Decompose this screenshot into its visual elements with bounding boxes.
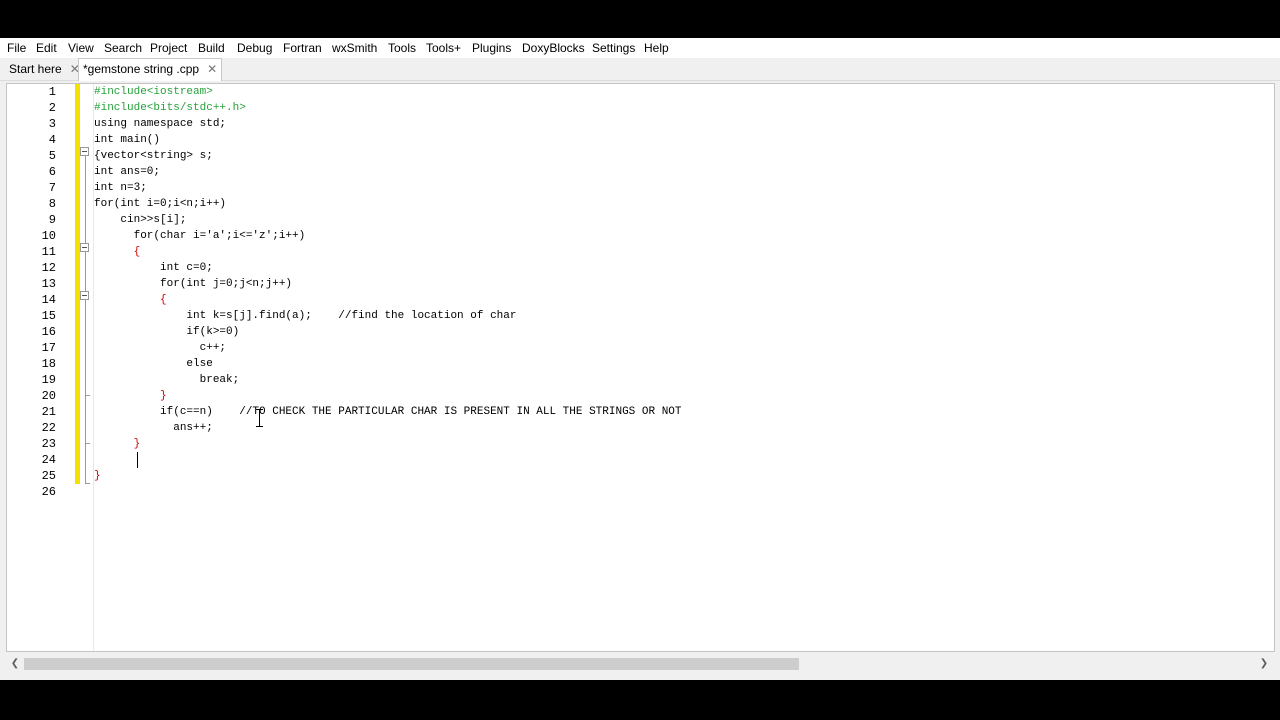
scrollbar-thumb[interactable]: [24, 658, 799, 670]
line-number: 7: [48, 181, 56, 195]
code-line: int n=3;: [94, 182, 147, 194]
tab-label: Start here: [9, 62, 62, 76]
line-number: 26: [41, 485, 56, 499]
menu-build[interactable]: Build: [196, 38, 227, 58]
code-line: break;: [94, 374, 240, 386]
code-line: for(char i='a';i<='z';i++): [94, 230, 306, 242]
menu-tools-plus[interactable]: Tools+: [424, 38, 463, 58]
line-number: 16: [41, 325, 56, 339]
code-line: #include<iostream>: [94, 86, 213, 98]
line-number: 12: [41, 261, 56, 275]
code-line: if(k>=0): [94, 326, 240, 338]
code-line: int ans=0;: [94, 166, 161, 178]
line-number: 3: [48, 117, 56, 131]
line-number: 19: [41, 373, 56, 387]
line-number: 15: [41, 309, 56, 323]
menu-help[interactable]: Help: [642, 38, 671, 58]
code-line: }: [94, 390, 167, 402]
line-number: 17: [41, 341, 56, 355]
code-line: for(int i=0;i<n;i++): [94, 198, 227, 210]
line-number: 20: [41, 389, 56, 403]
menu-search[interactable]: Search: [102, 38, 144, 58]
code-editor[interactable]: 1 2 3 4 5 6 7 8 9 10 11 12 13 14 15 16 1…: [6, 83, 1275, 652]
horizontal-scrollbar[interactable]: ❮ ❯: [6, 654, 1273, 674]
line-number: 23: [41, 437, 56, 451]
code-line: cin>>s[i];: [94, 214, 187, 226]
code-line: ans++;: [94, 422, 213, 434]
ibeam-cursor-icon: [256, 409, 263, 427]
menu-debug[interactable]: Debug: [235, 38, 274, 58]
menu-tools[interactable]: Tools: [386, 38, 418, 58]
menu-view[interactable]: View: [66, 38, 96, 58]
menu-wxsmith[interactable]: wxSmith: [330, 38, 379, 58]
editor-tab-bar: Start here ✕ *gemstone string .cpp ✕: [0, 58, 1280, 81]
menu-project[interactable]: Project: [148, 38, 189, 58]
code-line: if(c==n) //TO CHECK THE PARTICULAR CHAR …: [94, 406, 682, 418]
code-line: int main(): [94, 134, 161, 146]
line-number: 11: [41, 245, 56, 259]
menu-file[interactable]: File: [5, 38, 28, 58]
line-number: 13: [41, 277, 56, 291]
fold-guide: [85, 150, 86, 483]
line-number: 1: [48, 85, 56, 99]
text-caret: [137, 452, 138, 468]
codeblocks-window: File Edit View Search Project Build Debu…: [0, 38, 1280, 680]
code-line: else: [94, 358, 213, 370]
fold-toggle-icon[interactable]: [80, 147, 89, 156]
line-number-gutter: 1 2 3 4 5 6 7 8 9 10 11 12 13 14 15 16 1…: [7, 84, 67, 651]
code-line: }: [94, 438, 141, 450]
line-number: 8: [48, 197, 56, 211]
scroll-right-icon[interactable]: ❯: [1257, 656, 1271, 672]
line-number: 25: [41, 469, 56, 483]
menu-plugins[interactable]: Plugins: [470, 38, 513, 58]
line-number: 24: [41, 453, 56, 467]
code-line: }: [94, 470, 101, 482]
fold-end-marker: [85, 395, 90, 396]
modified-lines-marker: [75, 84, 80, 484]
code-line: {: [94, 294, 167, 306]
tab-label: *gemstone string .cpp: [83, 62, 200, 76]
line-number: 14: [41, 293, 56, 307]
code-line: using namespace std;: [94, 118, 227, 130]
fold-end-marker: [85, 443, 90, 444]
line-number: 6: [48, 165, 56, 179]
code-line: {vector<string> s;: [94, 150, 213, 162]
line-number: 10: [41, 229, 56, 243]
fold-end-marker: [85, 483, 90, 484]
line-number: 5: [48, 149, 56, 163]
code-line: {: [94, 246, 141, 258]
scroll-left-icon[interactable]: ❮: [8, 656, 22, 672]
code-line: #include<bits/stdc++.h>: [94, 102, 246, 114]
menu-doxyblocks[interactable]: DoxyBlocks: [520, 38, 587, 58]
menu-edit[interactable]: Edit: [34, 38, 59, 58]
close-icon[interactable]: ✕: [207, 59, 217, 79]
menu-bar: File Edit View Search Project Build Debu…: [0, 38, 1280, 58]
line-number: 2: [48, 101, 56, 115]
code-line: c++;: [94, 342, 227, 354]
line-number: 18: [41, 357, 56, 371]
menu-fortran[interactable]: Fortran: [281, 38, 324, 58]
code-line: int c=0;: [94, 262, 213, 274]
code-line: int k=s[j].find(a); //find the location …: [94, 310, 517, 322]
line-number: 9: [48, 213, 56, 227]
fold-toggle-icon[interactable]: [80, 243, 89, 252]
menu-settings[interactable]: Settings: [590, 38, 637, 58]
line-number: 4: [48, 133, 56, 147]
line-number: 21: [41, 405, 56, 419]
tab-gemstone-string[interactable]: *gemstone string .cpp ✕: [78, 58, 223, 81]
tab-start-here[interactable]: Start here ✕: [5, 59, 84, 79]
code-line: for(int j=0;j<n;j++): [94, 278, 293, 290]
fold-toggle-icon[interactable]: [80, 291, 89, 300]
line-number: 22: [41, 421, 56, 435]
